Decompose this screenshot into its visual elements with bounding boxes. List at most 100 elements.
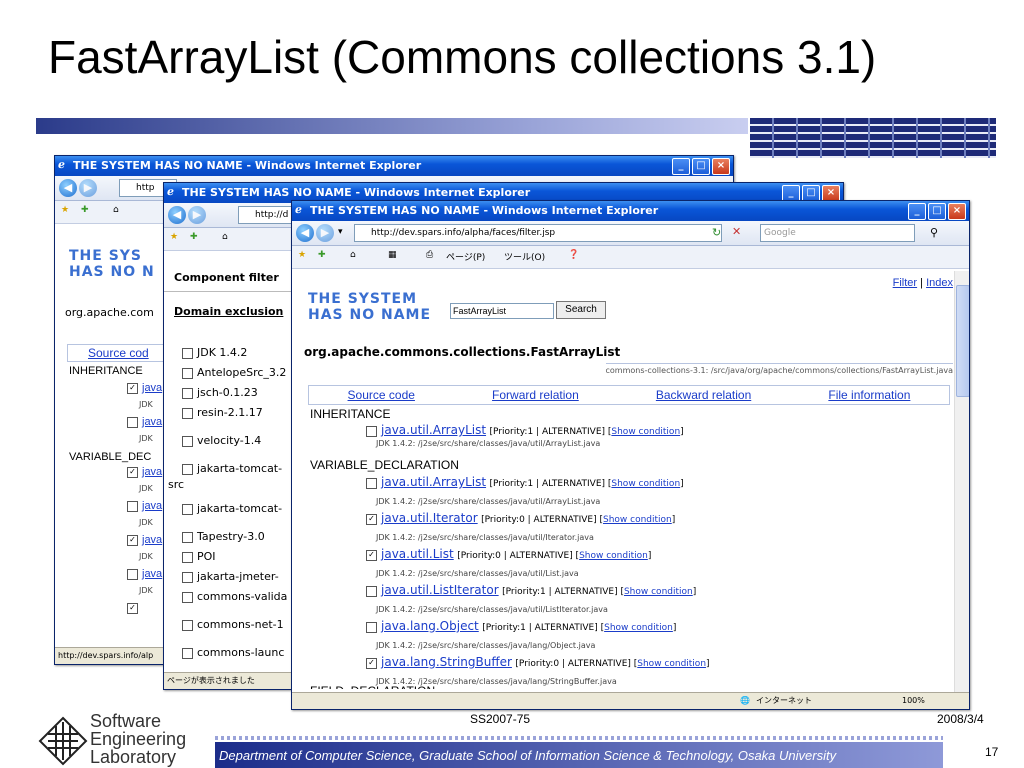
checkbox[interactable]: ✓	[366, 549, 377, 561]
add-favorite-icon[interactable]: ✚	[190, 232, 198, 242]
maximize-button[interactable]: □	[928, 203, 946, 220]
window-titlebar[interactable]: ℯ THE SYSTEM HAS NO NAME - Windows Inter…	[292, 201, 969, 221]
show-condition-link[interactable]: Show condition	[611, 427, 680, 437]
class-link[interactable]: java	[142, 466, 162, 478]
file-path: commons-collections-3.1: /src/java/org/a…	[605, 363, 953, 375]
checkbox[interactable]	[182, 619, 193, 631]
checkbox[interactable]: ✓	[366, 657, 377, 669]
forward-icon[interactable]: ▶	[316, 224, 334, 242]
checkbox[interactable]: ✓	[366, 513, 377, 525]
forward-icon[interactable]: ▶	[79, 179, 97, 197]
maximize-button[interactable]: □	[692, 158, 710, 175]
checkbox[interactable]	[182, 591, 193, 603]
page-menu[interactable]: ページ(P)	[446, 250, 485, 263]
tools-menu[interactable]: ツール(O)	[504, 250, 545, 263]
class-link[interactable]: java	[142, 500, 162, 512]
checkbox[interactable]	[127, 416, 138, 428]
checkbox[interactable]	[182, 571, 193, 583]
home-icon[interactable]: ⌂	[222, 232, 228, 242]
domain-exclusion-link[interactable]: Domain exclusion	[174, 305, 283, 318]
back-icon[interactable]: ◀	[59, 179, 77, 197]
home-icon[interactable]: ⌂	[350, 250, 356, 260]
help-icon[interactable]: ❓	[568, 250, 579, 260]
show-condition-link[interactable]: Show condition	[604, 623, 673, 633]
class-link[interactable]: java.lang.Object	[381, 619, 479, 633]
class-link[interactable]: java.util.ListIterator	[381, 583, 499, 597]
class-link[interactable]: java.util.ArrayList	[381, 423, 486, 437]
show-condition-link[interactable]: Show condition	[624, 587, 693, 597]
checkbox[interactable]	[182, 647, 193, 659]
checkbox[interactable]	[127, 500, 138, 512]
show-condition-link[interactable]: Show condition	[603, 515, 672, 525]
refresh-icon[interactable]: ↻	[712, 226, 721, 239]
checkbox[interactable]	[182, 463, 193, 475]
class-link[interactable]: java.util.Iterator	[381, 511, 478, 525]
show-condition-link[interactable]: Show condition	[611, 479, 680, 489]
checkbox[interactable]	[366, 585, 377, 597]
back-icon[interactable]: ◀	[296, 224, 314, 242]
lab-name-line-3: Laboratory	[90, 747, 177, 767]
checkbox[interactable]: ✓	[127, 382, 138, 394]
history-dropdown-icon[interactable]: ▾	[338, 227, 343, 237]
browser-window-front[interactable]: ℯ THE SYSTEM HAS NO NAME - Windows Inter…	[291, 200, 970, 710]
checkbox[interactable]	[182, 531, 193, 543]
tab-forward-relation[interactable]: Forward relation	[492, 386, 579, 404]
search-button[interactable]: Search	[556, 301, 606, 319]
checkbox[interactable]	[366, 477, 377, 489]
checkbox[interactable]	[182, 435, 193, 447]
close-button[interactable]: ×	[948, 203, 966, 220]
tab-file-information[interactable]: File information	[828, 386, 910, 404]
tab-backward-relation[interactable]: Backward relation	[656, 386, 751, 404]
search-icon[interactable]: ⚲	[930, 226, 938, 239]
favorites-star-icon[interactable]: ★	[298, 250, 306, 260]
feeds-icon[interactable]: ▦	[388, 250, 397, 260]
filter-link[interactable]: Filter	[893, 277, 917, 289]
index-link[interactable]: Index	[926, 277, 953, 289]
zoom-level[interactable]: 100%	[902, 693, 925, 709]
checkbox[interactable]	[182, 347, 193, 359]
checkbox[interactable]	[182, 367, 193, 379]
favorites-star-icon[interactable]: ★	[61, 205, 69, 215]
favorites-star-icon[interactable]: ★	[170, 232, 178, 242]
class-link[interactable]: java	[142, 534, 162, 546]
search-input[interactable]: Google	[760, 224, 915, 242]
checkbox[interactable]: ✓	[127, 466, 138, 478]
checkbox[interactable]: ✓	[127, 534, 138, 546]
class-link[interactable]: java.lang.StringBuffer	[381, 655, 512, 669]
class-link[interactable]: java.util.ArrayList	[381, 475, 486, 489]
entry-meta-end: ]	[692, 587, 697, 597]
class-link[interactable]: java	[142, 568, 162, 580]
title-underline-bar	[36, 118, 748, 134]
stop-icon[interactable]: ✕	[732, 225, 741, 238]
minimize-button[interactable]: _	[672, 158, 690, 175]
home-icon[interactable]: ⌂	[113, 205, 119, 215]
add-favorite-icon[interactable]: ✚	[81, 205, 89, 215]
print-icon[interactable]: ⎙	[426, 250, 433, 260]
back-icon[interactable]: ◀	[168, 206, 186, 224]
show-condition-link[interactable]: Show condition	[637, 659, 706, 669]
class-search-input[interactable]: FastArrayList	[450, 303, 554, 319]
checkbox[interactable]	[182, 407, 193, 419]
class-link[interactable]: java	[142, 416, 162, 428]
forward-icon[interactable]: ▶	[188, 206, 206, 224]
checkbox[interactable]	[366, 621, 377, 633]
section-inheritance: INHERITANCE	[310, 407, 391, 421]
scrollbar-thumb[interactable]	[956, 285, 969, 397]
checkbox[interactable]	[182, 387, 193, 399]
class-link[interactable]: java.util.List	[381, 547, 454, 561]
checkbox[interactable]: ✓	[127, 602, 138, 614]
close-button[interactable]: ×	[712, 158, 730, 175]
class-link[interactable]: java	[142, 382, 162, 394]
checkbox[interactable]	[127, 568, 138, 580]
package-name: org.apache.commons.collections.FastArray…	[304, 345, 621, 359]
vertical-scrollbar[interactable]	[954, 271, 969, 693]
checkbox[interactable]	[182, 503, 193, 515]
tab-source-code[interactable]: Source code	[348, 386, 415, 404]
address-bar[interactable]: http://dev.spars.info/alpha/faces/filter…	[354, 224, 722, 242]
show-condition-link[interactable]: Show condition	[579, 551, 648, 561]
checkbox[interactable]	[366, 425, 377, 437]
checkbox[interactable]	[182, 551, 193, 563]
add-favorite-icon[interactable]: ✚	[318, 250, 326, 260]
window-titlebar[interactable]: ℯ THE SYSTEM HAS NO NAME - Windows Inter…	[55, 156, 733, 176]
minimize-button[interactable]: _	[908, 203, 926, 220]
